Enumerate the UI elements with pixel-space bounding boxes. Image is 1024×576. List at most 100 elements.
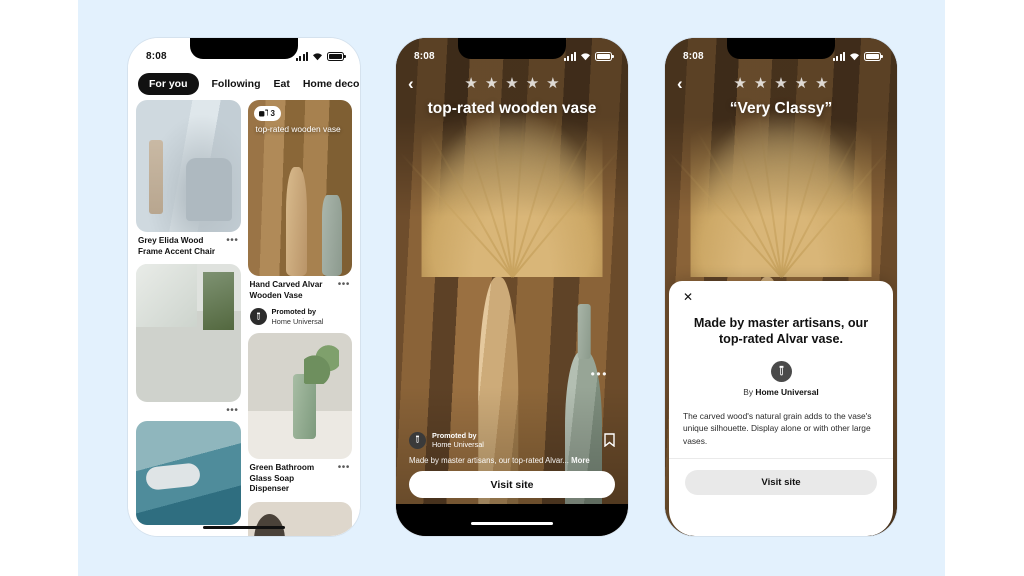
star-icon: ★	[815, 74, 829, 92]
wifi-icon	[849, 52, 860, 61]
list-item[interactable]	[247, 501, 352, 536]
pin-feed-grid[interactable]: Grey Elida Wood Frame Accent Chair ••• •…	[128, 100, 360, 536]
list-item[interactable]: 3 top-rated wooden vase Hand Carved Alva…	[247, 100, 353, 326]
pin-meta: Grey Elida Wood Frame Accent Chair •••	[136, 232, 241, 257]
pin-overflow-menu-icon[interactable]: •••	[226, 406, 238, 416]
pin-image-soap-dispenser[interactable]	[247, 333, 352, 460]
vase-logo-icon	[256, 312, 260, 320]
overflow-menu-icon[interactable]: •••	[591, 368, 608, 380]
avatar	[249, 308, 267, 326]
rating-stars: ★ ★ ★ ★ ★	[695, 76, 885, 91]
visit-site-button[interactable]: Visit site	[409, 471, 615, 498]
more-link[interactable]: More	[571, 456, 590, 465]
promoted-by-row[interactable]: Promoted by Home Universal	[248, 301, 353, 326]
status-indicators	[296, 51, 346, 61]
promoted-by-row[interactable]: Promoted by Home Universal	[396, 431, 628, 450]
card-headline: Made by master artisans, our top-rated A…	[693, 316, 869, 347]
promoted-by-text: Promoted by Home Universal	[272, 307, 324, 326]
bookmark-icon[interactable]	[604, 433, 615, 448]
list-item[interactable]: Green Bathroom Glass Soap Dispenser •••	[247, 333, 353, 495]
star-icon: ★	[794, 74, 809, 92]
vase-logo-icon	[779, 366, 783, 376]
promoted-by-label: Promoted by	[432, 430, 477, 440]
signal-bars-icon	[564, 51, 576, 61]
ad-description[interactable]: Made by master artisans, our top-rated A…	[409, 456, 615, 466]
wifi-icon	[312, 52, 323, 61]
pin-meta: Hand Carved Alvar Wooden Vase •••	[248, 276, 353, 301]
battery-icon	[327, 51, 346, 61]
phone2-top-nav: ‹ ★ ★ ★ ★ ★	[396, 70, 628, 96]
tab-eat[interactable]: Eat	[274, 78, 290, 90]
phone2-bottom-bar	[396, 504, 628, 536]
page-title: top-rated wooden vase	[427, 100, 597, 117]
pin-overlay-label: top-rated wooden vase	[255, 124, 341, 134]
home-indicator	[471, 521, 553, 525]
promoted-brand: Home Universal	[271, 316, 324, 326]
ad-description-text: Made by master artisans, our top-rated A…	[409, 455, 569, 465]
star-icon: ★	[464, 74, 478, 92]
feed-column-left: Grey Elida Wood Frame Accent Chair ••• •…	[136, 100, 241, 536]
pin-overflow-menu-icon[interactable]: •••	[226, 236, 238, 246]
status-indicators	[564, 51, 614, 61]
vase-logo-icon	[416, 435, 419, 444]
pin-image-tableware[interactable]	[247, 501, 352, 536]
back-chevron-icon[interactable]: ‹	[408, 75, 426, 92]
battery-icon	[864, 51, 883, 61]
promoted-by-label: Promoted by	[271, 307, 317, 316]
pin-title: Hand Carved Alvar Wooden Vase	[249, 280, 323, 300]
phone3-top-nav: ‹ ★ ★ ★ ★ ★	[665, 70, 897, 96]
tab-following[interactable]: Following	[212, 78, 261, 90]
star-icon: ★	[505, 74, 519, 92]
list-item[interactable]: •••	[136, 264, 241, 416]
battery-icon	[595, 51, 614, 61]
tab-for-you[interactable]: For you	[138, 73, 199, 95]
ad-detail-card: ✕ Made by master artisans, our top-rated…	[669, 281, 893, 536]
pin-overflow-menu-icon[interactable]: •••	[338, 280, 350, 290]
pin-count-badge: 3	[253, 106, 281, 121]
star-icon: ★	[525, 74, 540, 92]
promoted-brand: Home Universal	[432, 440, 484, 450]
pin-overflow-menu-icon[interactable]: •••	[338, 463, 350, 473]
star-icon: ★	[546, 74, 560, 92]
signal-bars-icon	[833, 51, 845, 61]
star-icon: ★	[733, 74, 747, 92]
phone-mockup-ad-expanded: 8:08 ‹ ★ ★ ★ ★ ★ “Very Classy” ✕ Made by…	[665, 38, 897, 536]
pin-title: Green Bathroom Glass Soap Dispenser	[249, 463, 315, 494]
close-icon[interactable]: ✕	[683, 291, 697, 303]
avatar	[409, 431, 426, 449]
promoted-by-text: Promoted by Home Universal	[432, 431, 484, 450]
status-time: 8:08	[683, 50, 704, 62]
back-chevron-icon[interactable]: ‹	[677, 75, 695, 92]
pin-title: Grey Elida Wood Frame Accent Chair	[138, 236, 216, 256]
brand-name: Home Universal	[755, 387, 819, 398]
phone-mockup-feed: 8:08 For you Following Eat Home decor Gr…	[128, 38, 360, 536]
pin-meta: Green Bathroom Glass Soap Dispenser •••	[248, 459, 353, 495]
phone2-screen: 8:08 ‹ ★ ★ ★ ★ ★ top-rated wooden vase •…	[396, 38, 628, 536]
status-time: 8:08	[146, 50, 167, 62]
pin-image-pool[interactable]	[136, 421, 241, 525]
screenshot-canvas: 8:08 For you Following Eat Home decor Gr…	[0, 0, 1024, 576]
divider	[669, 457, 893, 459]
stack-icon	[258, 109, 268, 117]
pin-image-chair[interactable]	[136, 100, 241, 232]
status-indicators	[833, 51, 883, 61]
visit-site-button[interactable]: Visit site	[685, 469, 877, 495]
pin-meta: •••	[136, 402, 241, 416]
page-title: “Very Classy”	[729, 100, 833, 117]
card-by-text: By Home Universal	[743, 387, 818, 397]
feed-column-right: 3 top-rated wooden vase Hand Carved Alva…	[247, 100, 353, 536]
star-icon: ★	[774, 74, 788, 92]
list-item[interactable]: Grey Elida Wood Frame Accent Chair •••	[136, 100, 241, 257]
list-item[interactable]	[136, 421, 241, 525]
tab-home-decor[interactable]: Home decor	[303, 78, 360, 90]
pin-image-sink[interactable]	[136, 264, 241, 402]
phone-mockup-ad-detail: 8:08 ‹ ★ ★ ★ ★ ★ top-rated wooden vase •…	[396, 38, 628, 536]
wifi-icon	[580, 52, 591, 61]
pin-image-wooden-vase[interactable]: 3 top-rated wooden vase	[247, 100, 352, 276]
card-brand-block[interactable]: By Home Universal	[683, 361, 879, 397]
phone1-status-bar: 8:08	[128, 38, 360, 68]
phone3-screen: 8:08 ‹ ★ ★ ★ ★ ★ “Very Classy” ✕ Made by…	[665, 38, 897, 536]
feed-tab-bar[interactable]: For you Following Eat Home decor	[128, 68, 360, 100]
rating-stars: ★ ★ ★ ★ ★	[426, 76, 616, 91]
status-time: 8:08	[414, 50, 435, 62]
